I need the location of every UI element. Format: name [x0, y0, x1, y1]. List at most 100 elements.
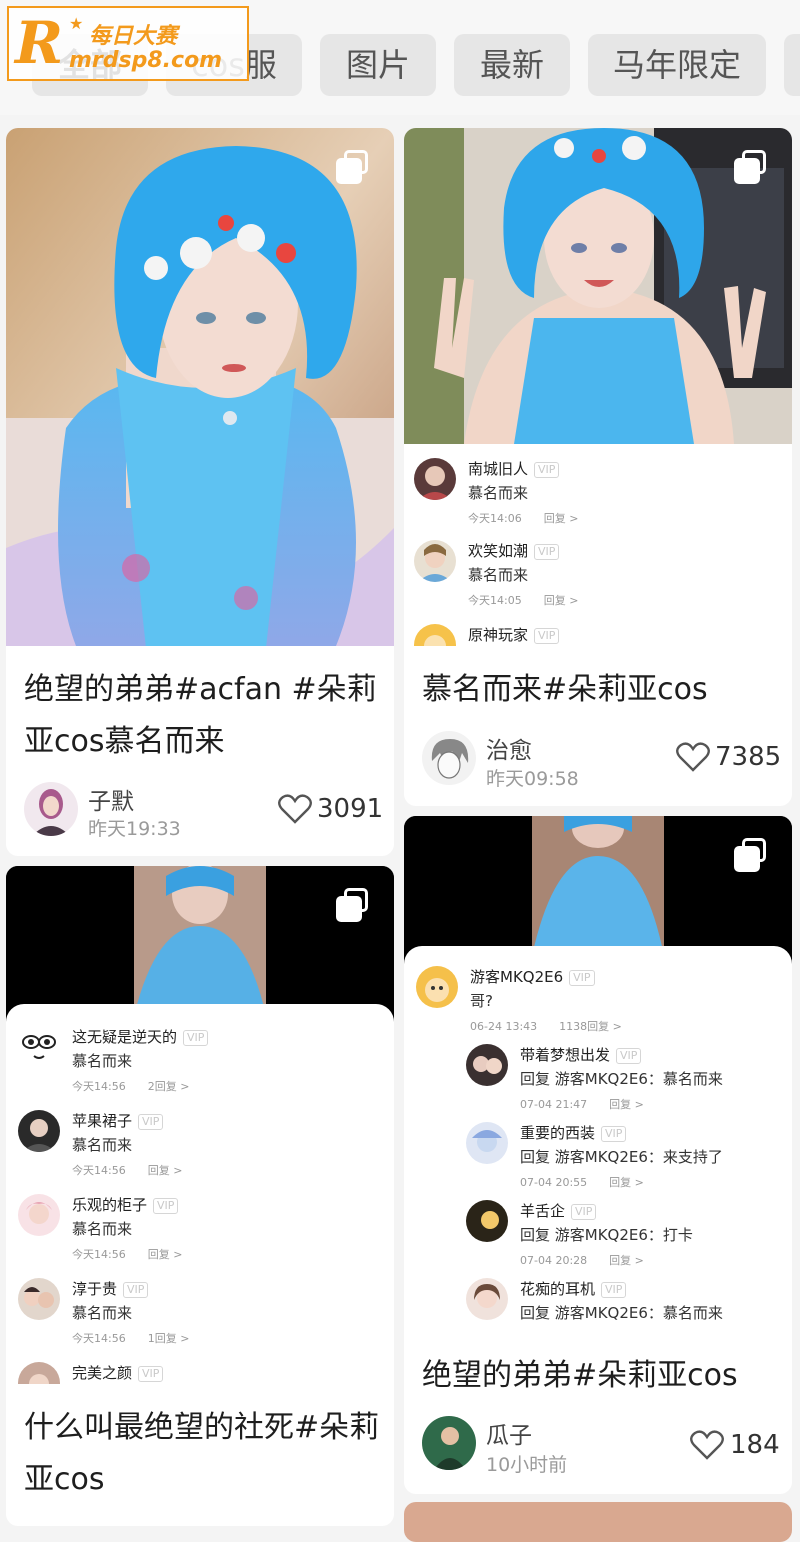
watermark-title: 每日大赛: [89, 24, 178, 49]
author-name[interactable]: 子默: [88, 782, 134, 816]
comment-meta: 今天14:56 2回复 >: [72, 1080, 190, 1093]
commenter-name: 羊舌企 VIP: [520, 1200, 597, 1221]
like-count: 3091: [317, 794, 384, 824]
comment-item: 南城旧人 VIP 慕名而来 今天14:06 回复 >: [414, 458, 784, 528]
comment-item: 这无疑是逆天的 VIP 慕名而来 今天14:56 2回复 >: [18, 1026, 388, 1096]
tab-latest[interactable]: 最新: [454, 34, 570, 96]
reply-item: 带着梦想出发 VIP 回复 游客MKQ2E6：慕名而来 07-04 21:47 回复…: [466, 1044, 786, 1114]
post-card-partial[interactable]: [404, 1502, 792, 1542]
commenter-avatar: [466, 1044, 508, 1086]
post-time: 10小时前: [486, 1454, 568, 1476]
post-title[interactable]: 什么叫最绝望的社死#朵莉亚cos: [24, 1402, 380, 1506]
comment-meta: 今天14:06 回复 >: [468, 512, 579, 525]
commenter-avatar: [18, 1278, 60, 1320]
commenter-avatar: [466, 1122, 508, 1164]
tab-images[interactable]: 图片: [320, 34, 436, 96]
comment-meta: 06-24 13:43 1138回复 >: [470, 1020, 622, 1033]
heart-icon[interactable]: [690, 1430, 724, 1460]
post-card[interactable]: 南城旧人 VIP 慕名而来 今天14:06 回复 > 欢笑如潮 VIP 慕名而来 今天…: [404, 128, 792, 806]
comment-meta: 今天14:05 回复 >: [468, 594, 579, 607]
tab-horse-year[interactable]: 马年限定: [588, 34, 766, 96]
author-avatar[interactable]: [422, 731, 476, 785]
comment-item: 欢笑如潮 VIP 慕名而来 今天14:05 回复 >: [414, 540, 784, 610]
comment-text: 哥?: [470, 992, 493, 1010]
cosplay-photo: [6, 128, 394, 646]
reply-item: 花痴的耳机 VIP 回复 游客MKQ2E6：慕名而来: [466, 1278, 786, 1334]
commenter-avatar: [414, 458, 456, 500]
like-count: 7385: [715, 742, 782, 772]
comment-screenshot: 这无疑是逆天的 VIP 慕名而来 今天14:56 2回复 > 苹果裙子 VIP 慕名而…: [6, 1004, 394, 1384]
commenter-avatar: [18, 1026, 60, 1068]
commenter-name: 游客MKQ2E6 VIP: [470, 966, 595, 987]
comment-meta: 今天14:56 回复 >: [72, 1164, 183, 1177]
commenter-name: 花痴的耳机 VIP: [520, 1278, 627, 1299]
commenter-name: 原神玩家 VIP: [468, 624, 560, 645]
reply-item: 重要的西装 VIP 回复 游客MKQ2E6：来支持了 07-04 20:55 回复 …: [466, 1122, 786, 1192]
comment-text: 慕名而来: [72, 1052, 133, 1070]
multi-image-icon: [336, 150, 370, 184]
post-title[interactable]: 绝望的弟弟#acfan #朵莉亚cos慕名而来: [24, 664, 380, 768]
post-time: 昨天19:33: [88, 818, 181, 840]
post-image[interactable]: 这无疑是逆天的 VIP 慕名而来 今天14:56 2回复 > 苹果裙子 VIP 慕名而…: [6, 866, 394, 1384]
post-card[interactable]: 游客MKQ2E6 VIP 哥? 06-24 13:43 1138回复 > 带着梦想出…: [404, 816, 792, 1494]
commenter-name: 这无疑是逆天的 VIP: [72, 1026, 209, 1047]
commenter-avatar: [466, 1278, 508, 1320]
comment-item: 淳于贵 VIP 慕名而来 今天14:56 1回复 >: [18, 1278, 388, 1348]
like-count: 184: [730, 1430, 780, 1460]
post-title[interactable]: 绝望的弟弟#朵莉亚cos: [422, 1350, 778, 1402]
multi-image-icon: [336, 888, 370, 922]
commenter-avatar: [414, 624, 456, 646]
post-image[interactable]: 游客MKQ2E6 VIP 哥? 06-24 13:43 1138回复 > 带着梦想出…: [404, 816, 792, 1334]
commenter-name: 苹果裙子 VIP: [72, 1110, 164, 1131]
author-name[interactable]: 治愈: [486, 731, 532, 765]
author-name[interactable]: 瓜子: [486, 1416, 532, 1450]
post-time: 昨天09:58: [486, 768, 579, 790]
comment-screenshot: 游客MKQ2E6 VIP 哥? 06-24 13:43 1138回复 > 带着梦想出…: [404, 946, 792, 1334]
comment-text: 回复 游客MKQ2E6：来支持了: [520, 1148, 723, 1166]
post-image[interactable]: 南城旧人 VIP 慕名而来 今天14:06 回复 > 欢笑如潮 VIP 慕名而来 今天…: [404, 128, 792, 646]
comment-meta: 07-04 21:47 回复 >: [520, 1098, 644, 1111]
comment-meta: 今天14:56 1回复 >: [72, 1332, 190, 1345]
commenter-name: 欢笑如潮 VIP: [468, 540, 560, 561]
commenter-name: 乐观的柜子 VIP: [72, 1194, 179, 1215]
multi-image-icon: [734, 150, 768, 184]
commenter-name: 南城旧人 VIP: [468, 458, 560, 479]
heart-icon[interactable]: [278, 794, 312, 824]
commenter-name: 带着梦想出发 VIP: [520, 1044, 642, 1065]
commenter-name: 淳于贵 VIP: [72, 1278, 149, 1299]
comment-text: 回复 游客MKQ2E6：慕名而来: [520, 1070, 723, 1088]
commenter-avatar: [416, 966, 458, 1008]
heart-icon[interactable]: [676, 742, 710, 772]
comment-item: 苹果裙子 VIP 慕名而来 今天14:56 回复 >: [18, 1110, 388, 1180]
comment-item: 游客MKQ2E6 VIP 哥? 06-24 13:43 1138回复 >: [416, 966, 786, 1036]
watermark-logo: R ★ 每日大赛 mrdsp8.com: [7, 6, 249, 81]
commenter-avatar: [18, 1194, 60, 1236]
star-icon: ★: [69, 14, 84, 33]
commenter-avatar: [414, 540, 456, 582]
author-avatar[interactable]: [24, 782, 78, 836]
author-avatar[interactable]: [422, 1416, 476, 1470]
comment-screenshot: 南城旧人 VIP 慕名而来 今天14:06 回复 > 欢笑如潮 VIP 慕名而来 今天…: [404, 444, 792, 646]
commenter-name: 重要的西装 VIP: [520, 1122, 627, 1143]
tab-more-partial[interactable]: [784, 34, 800, 96]
comment-meta: 07-04 20:55 回复 >: [520, 1176, 644, 1189]
multi-image-icon: [734, 838, 768, 872]
comment-meta: 今天14:56 回复 >: [72, 1248, 183, 1261]
post-card[interactable]: 这无疑是逆天的 VIP 慕名而来 今天14:56 2回复 > 苹果裙子 VIP 慕名而…: [6, 866, 394, 1526]
comment-text: 回复 游客MKQ2E6：打卡: [520, 1226, 693, 1244]
comment-text: 慕名而来: [468, 566, 529, 584]
comment-text: 慕名而来: [72, 1220, 133, 1238]
comment-text: 回复 游客MKQ2E6：慕名而来: [520, 1304, 723, 1322]
comment-text: 慕名而来: [468, 484, 529, 502]
comment-item: 完美之颜 VIP: [18, 1362, 388, 1384]
commenter-avatar: [466, 1200, 508, 1242]
comment-item: 乐观的柜子 VIP 慕名而来 今天14:56 回复 >: [18, 1194, 388, 1264]
post-card[interactable]: 绝望的弟弟#acfan #朵莉亚cos慕名而来 子默 昨天19:33 3091: [6, 128, 394, 856]
commenter-avatar: [18, 1110, 60, 1152]
comment-item: 原神玩家 VIP: [414, 624, 784, 646]
comment-meta: 07-04 20:28 回复 >: [520, 1254, 644, 1267]
watermark-url: mrdsp8.com: [69, 48, 223, 73]
post-image[interactable]: [6, 128, 394, 646]
watermark-letter: R: [15, 9, 64, 77]
post-title[interactable]: 慕名而来#朵莉亚cos: [422, 664, 778, 716]
